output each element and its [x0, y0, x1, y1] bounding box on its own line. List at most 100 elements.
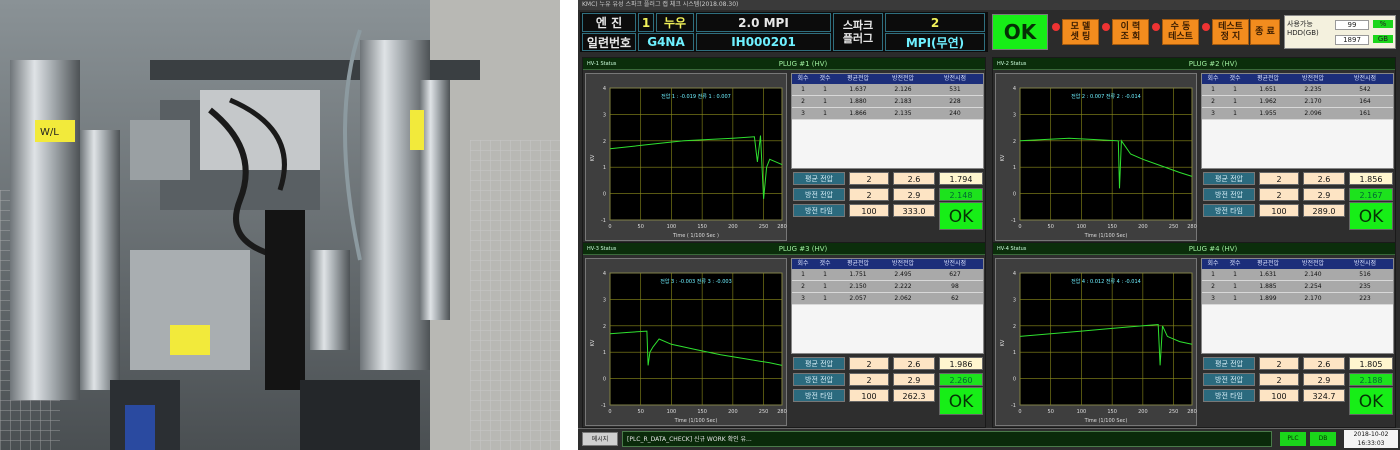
table-header: 회수 갯수 평균전압 방전전압 방전시점: [792, 259, 983, 269]
table-row[interactable]: 2 1 2.150 2.222 98: [792, 281, 983, 293]
x-tick-label: 0: [608, 224, 611, 230]
measure-min[interactable]: 100: [1259, 389, 1299, 402]
measure-max[interactable]: 2.9: [893, 373, 935, 386]
measure-min[interactable]: 100: [849, 204, 889, 217]
waveform-chart: -1 0 1 2 3 4 0 50 100 150 200 250 280 전압 2 : 0.007 전류…: [995, 73, 1197, 241]
table-cell: 1: [823, 98, 827, 105]
status-message: [PLC_R_DATA_CHECK] 신규 WORK 확인 유...: [622, 431, 1272, 447]
y-tick-label: -1: [601, 218, 606, 224]
table-cell: 2.126: [894, 86, 912, 93]
table-cell: 1: [1233, 283, 1237, 290]
table-cell: 2.183: [894, 98, 912, 105]
table-row[interactable]: 3 1 2.057 2.062 62: [792, 293, 983, 305]
measure-min[interactable]: 2: [849, 172, 889, 185]
plot-area: [1019, 272, 1193, 406]
overall-result-ok: OK: [992, 14, 1048, 50]
x-axis-label: Time (1/100 Sec): [1084, 418, 1128, 424]
table-cell: 542: [1359, 86, 1371, 93]
table-row[interactable]: 3 1 1.866 2.135 240: [792, 108, 983, 120]
measure-min[interactable]: 100: [1259, 204, 1299, 217]
table-header-cell: 갯수: [1229, 260, 1241, 267]
table-cell: 2.140: [1304, 271, 1322, 278]
y-tick-label: 0: [1013, 377, 1016, 383]
manual-test-button[interactable]: 수 동 테스트: [1162, 19, 1199, 45]
table-header-cell: 회수: [797, 75, 809, 82]
table-cell: 1: [1211, 86, 1215, 93]
table-cell: 1: [823, 110, 827, 117]
voltage-current-readout: 전압 2 : 0.007 전류 2 : -0.014: [1071, 93, 1141, 100]
measure-min[interactable]: 2: [849, 357, 889, 370]
table-cell: 1.880: [849, 98, 867, 105]
measure-max[interactable]: 2.9: [893, 188, 935, 201]
table-row[interactable]: 1 1 1.651 2.235 542: [1202, 84, 1393, 96]
measure-min[interactable]: 2: [1259, 172, 1299, 185]
table-cell: 531: [949, 86, 961, 93]
panel-titlebar: HV-3 Status PLUG #3 (HV): [583, 243, 985, 255]
y-tick-label: 2: [603, 139, 606, 145]
table-cell: 1: [1233, 110, 1237, 117]
measure-max[interactable]: 262.3: [893, 389, 935, 402]
x-axis-label: Time ( 1/100 Sec ): [672, 233, 719, 239]
serial-label: 일련번호: [582, 33, 636, 51]
voltage-current-readout: 전압 3 : -0.003 전류 3 : -0.003: [660, 278, 732, 285]
table-cell: 240: [949, 110, 961, 117]
hdd-status: 사용가능 HDD(GB) 99 % 1897 GB: [1284, 15, 1396, 49]
measure-max[interactable]: 2.6: [1303, 357, 1345, 370]
table-cell: 1: [823, 283, 827, 290]
measure-max[interactable]: 2.6: [1303, 172, 1345, 185]
stop-test-button[interactable]: 테스트 정 지: [1212, 19, 1249, 45]
x-axis-label: Time (1/100 Sec): [1084, 233, 1128, 239]
engine-number: 1: [638, 13, 654, 32]
table-row[interactable]: 3 1 1.955 2.096 161: [1202, 108, 1393, 120]
exit-button[interactable]: 종 료: [1250, 19, 1280, 45]
waveform-svg: -1012340 50 100 150 200 250 280전압 3 : -0.003 전…: [590, 271, 787, 424]
measure-value: 2.260: [939, 373, 983, 386]
hdd-gb: 1897: [1335, 35, 1369, 45]
table-row[interactable]: 1 1 1.631 2.140 516: [1202, 269, 1393, 281]
measure-max[interactable]: 2.9: [1303, 373, 1345, 386]
measure-max[interactable]: 324.7: [1303, 389, 1345, 402]
table-header-cell: 방전시점: [943, 75, 967, 82]
measure-min[interactable]: 2: [1259, 188, 1299, 201]
table-row[interactable]: 3 1 1.899 2.170 223: [1202, 293, 1393, 305]
measure-max[interactable]: 2.6: [893, 357, 935, 370]
x-tick-label: 50: [1048, 224, 1054, 230]
table-row[interactable]: 2 1 1.962 2.170 164: [1202, 96, 1393, 108]
table-cell: 627: [949, 271, 961, 278]
hdd-label: 사용가능 HDD(GB): [1287, 20, 1319, 37]
measure-max[interactable]: 333.0: [893, 204, 935, 217]
message-button[interactable]: 메시지: [582, 432, 618, 446]
model-setting-button[interactable]: 모 델 셋 팅: [1062, 19, 1099, 45]
table-cell: 2.096: [1304, 110, 1322, 117]
measure-label: 방전 전압: [793, 188, 845, 201]
y-axis-label: KV: [1000, 154, 1006, 161]
measure-max[interactable]: 2.6: [893, 172, 935, 185]
monitor-screen: KMC) 누유 유성 스파크 플러그 캡 체크 시스템(2018.08.30) …: [578, 0, 1400, 450]
table-header-cell: 방전전압: [891, 75, 915, 82]
table-cell: 228: [949, 98, 961, 105]
measure-min[interactable]: 2: [849, 373, 889, 386]
measure-min[interactable]: 2: [1259, 357, 1299, 370]
measure-max[interactable]: 289.0: [1303, 204, 1345, 217]
table-cell: 1.866: [849, 110, 867, 117]
x-tick-label: 150: [697, 224, 707, 230]
measure-max[interactable]: 2.9: [1303, 188, 1345, 201]
plug-result-ok: OK: [1349, 387, 1393, 415]
measure-min[interactable]: 2: [849, 188, 889, 201]
measure-min[interactable]: 2: [1259, 373, 1299, 386]
measure-value: 1.986: [939, 357, 983, 370]
measure-min[interactable]: 100: [849, 389, 889, 402]
table-row[interactable]: 2 1 1.885 2.254 235: [1202, 281, 1393, 293]
machine-photo: W/L: [0, 0, 560, 450]
table-row[interactable]: 1 1 1.751 2.495 627: [792, 269, 983, 281]
history-button[interactable]: 이 력 조 회: [1112, 19, 1149, 45]
table-header-cell: 평균전압: [1256, 260, 1280, 267]
table-row[interactable]: 1 1 1.637 2.126 531: [792, 84, 983, 96]
y-tick-label: 4: [603, 86, 606, 92]
x-tick-label: 250: [759, 224, 769, 230]
measure-value: 1.805: [1349, 357, 1393, 370]
table-row[interactable]: 2 1 1.880 2.183 228: [792, 96, 983, 108]
table-cell: 2.150: [849, 283, 867, 290]
table-cell: 1: [1233, 86, 1237, 93]
table-header-cell: 회수: [1207, 260, 1219, 267]
